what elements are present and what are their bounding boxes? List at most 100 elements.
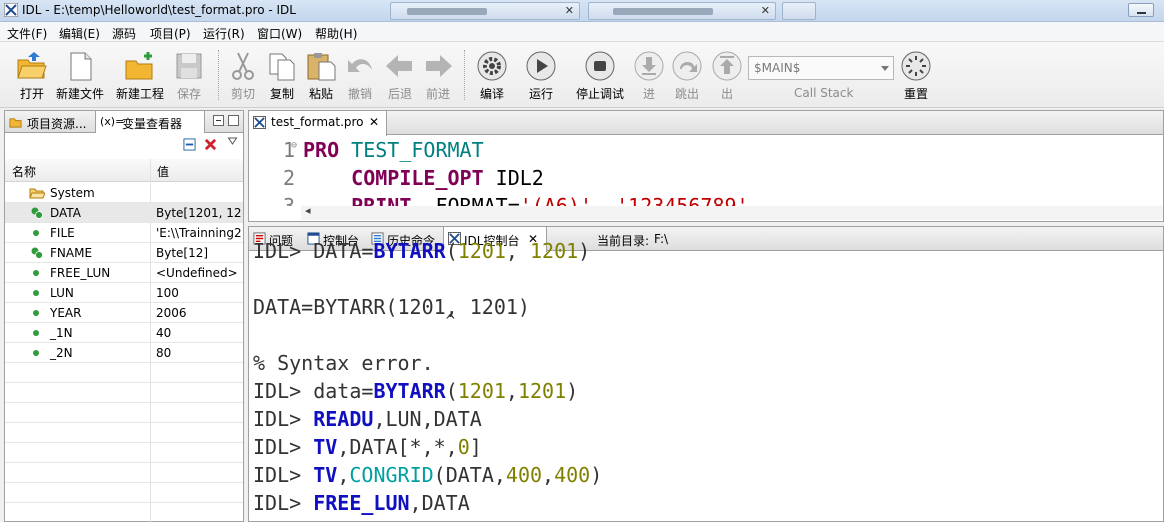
variable-name: _1N <box>50 326 73 340</box>
forward-button[interactable]: 前进 <box>416 48 460 104</box>
compile-button[interactable]: 编译 <box>470 48 514 104</box>
variable-value: Byte[1201, 1201] <box>156 206 242 220</box>
save-disk-icon <box>176 53 202 79</box>
variable-value: 'E:\\Trainning2006\\...' <box>156 226 242 240</box>
empty-row <box>5 383 243 403</box>
left-panel-tabs: 项目资源... (x)= 变量查看器 <box>5 111 243 134</box>
close-icon[interactable]: ✕ <box>761 4 770 17</box>
variable-row[interactable]: YEAR 2006 <box>5 303 243 323</box>
new-project-button[interactable]: 新建工程 <box>116 48 164 104</box>
variable-icon <box>33 330 39 336</box>
stop-icon <box>585 51 615 81</box>
call-stack-dropdown[interactable]: $MAIN$ <box>748 56 894 80</box>
open-button[interactable]: 打开 <box>10 48 54 104</box>
empty-row <box>5 463 243 483</box>
close-tab-icon[interactable]: ✕ <box>369 115 379 129</box>
menu-file[interactable]: 文件(F) <box>7 25 47 42</box>
run-button[interactable]: 运行 <box>519 48 563 104</box>
empty-row <box>5 443 243 463</box>
remove-icon[interactable] <box>204 138 217 151</box>
code-text: COMPILE_OPT IDL2 <box>351 166 544 190</box>
tab-test-format-pro[interactable]: test_format.pro ✕ <box>249 111 387 136</box>
tab-project-explorer[interactable]: 项目资源... <box>5 111 95 133</box>
line-number: 2 <box>282 166 295 190</box>
forward-arrow-icon <box>426 55 452 77</box>
scroll-left-icon[interactable]: ◂ <box>305 204 311 217</box>
variable-icon <box>33 230 39 236</box>
main-toolbar: 打开 新建文件 新建工程 保存 剪切 复制 粘贴 撤销 后退 前进 编译 运行 … <box>0 42 1164 108</box>
reset-icon <box>901 51 931 81</box>
current-directory-value[interactable]: F:\ <box>654 232 668 246</box>
variable-x-icon: (x)= <box>100 115 125 128</box>
menu-run[interactable]: 运行(R) <box>203 25 245 42</box>
maximize-view-icon[interactable] <box>228 115 239 126</box>
variable-value: 40 <box>156 326 172 340</box>
play-icon <box>526 51 556 81</box>
horizontal-scrollbar[interactable]: ◂ <box>301 204 1163 220</box>
code-area[interactable]: 1 ⊖ PRO TEST_FORMAT 2 COMPILE_OPT IDL2 3 PRI… <box>249 136 1163 206</box>
variable-row[interactable]: _2N 80 <box>5 343 243 363</box>
taskbar-tab-2[interactable]: ✕ <box>588 2 776 20</box>
project-folder-icon <box>9 118 22 128</box>
empty-row <box>5 503 243 522</box>
collapse-all-icon[interactable] <box>183 138 196 151</box>
console-output[interactable]: IDL> DATA=BYTARR(1201, 1201) DATA=BYTARR(… <box>249 239 1163 521</box>
new-file-button[interactable]: 新建文件 <box>56 48 104 104</box>
variable-value: Byte[12] <box>156 246 209 260</box>
menu-window[interactable]: 窗口(W) <box>257 25 302 42</box>
column-header-name[interactable]: 名称 <box>12 163 36 180</box>
taskbar-tab-1[interactable]: ✕ <box>390 2 580 20</box>
variable-row[interactable]: LUN 100 <box>5 283 243 303</box>
array-variable-icon <box>31 207 43 219</box>
variables-toolbar <box>5 133 243 157</box>
open-folder-icon <box>17 52 47 79</box>
step-out-button[interactable]: 出 <box>705 48 749 104</box>
close-icon[interactable]: ✕ <box>565 4 574 17</box>
empty-row <box>5 483 243 503</box>
minimize-view-icon[interactable] <box>213 115 224 126</box>
variable-icon <box>33 350 39 356</box>
view-menu-icon[interactable] <box>227 137 238 145</box>
variable-row[interactable]: System <box>5 183 243 203</box>
console-line: IDL> READU,LUN,DATA <box>253 407 482 431</box>
menu-edit[interactable]: 编辑(E) <box>59 25 100 42</box>
variable-row[interactable]: _1N 40 <box>5 323 243 343</box>
menu-project[interactable]: 项目(P) <box>150 25 191 42</box>
variable-name: FNAME <box>50 246 93 260</box>
pro-file-icon <box>253 116 266 129</box>
console-line: IDL> DATA=BYTARR(1201, 1201) <box>253 239 591 263</box>
menu-source[interactable]: 源码 <box>112 25 136 42</box>
variable-row[interactable]: FREE_LUN <Undefined> <box>5 263 243 283</box>
new-file-icon <box>70 52 92 81</box>
variable-value: 2006 <box>156 306 187 320</box>
code-line: 3 PRINT, FORMAT='(A6)', '123456789' <box>249 194 1163 206</box>
editor-tabs: test_format.pro ✕ <box>249 111 1163 136</box>
variable-icon <box>33 270 39 276</box>
fold-toggle-icon[interactable]: ⊖ <box>291 140 297 151</box>
chevron-down-icon <box>881 66 889 71</box>
variable-row[interactable]: DATA Byte[1201, 1201] <box>5 203 243 223</box>
column-header-value[interactable]: 值 <box>157 163 169 180</box>
console-line: IDL> TV,DATA[*,*,0] <box>253 435 482 459</box>
console-panel: 问题 控制台 历史命令 IDL控制台 ✕ 当前目录: F:\ IDL> DATA… <box>248 226 1164 522</box>
idl-app-icon <box>4 3 18 17</box>
reset-button[interactable]: 重置 <box>894 48 938 104</box>
stop-debug-button[interactable]: 停止调试 <box>576 48 624 104</box>
variable-icon <box>33 310 39 316</box>
gear-icon <box>477 51 507 81</box>
variable-row[interactable]: FNAME Byte[12] <box>5 243 243 263</box>
console-line: IDL> TV,CONGRID(DATA,400,400) <box>253 463 603 487</box>
minimize-button[interactable] <box>1128 3 1154 17</box>
menu-help[interactable]: 帮助(H) <box>315 25 357 42</box>
variable-name: DATA <box>50 206 81 220</box>
tab-variable-viewer[interactable]: (x)= 变量查看器 <box>95 111 205 134</box>
variable-row[interactable]: FILE 'E:\\Trainning2006\\...' <box>5 223 243 243</box>
variable-value: <Undefined> <box>156 266 238 280</box>
variable-name: FILE <box>50 226 75 240</box>
save-button[interactable]: 保存 <box>167 48 211 104</box>
console-line: % Syntax error. <box>253 351 434 375</box>
variable-name: System <box>50 186 95 200</box>
taskbar-tab-3[interactable] <box>782 2 816 20</box>
folder-open-icon <box>29 188 45 199</box>
empty-row <box>5 403 243 423</box>
